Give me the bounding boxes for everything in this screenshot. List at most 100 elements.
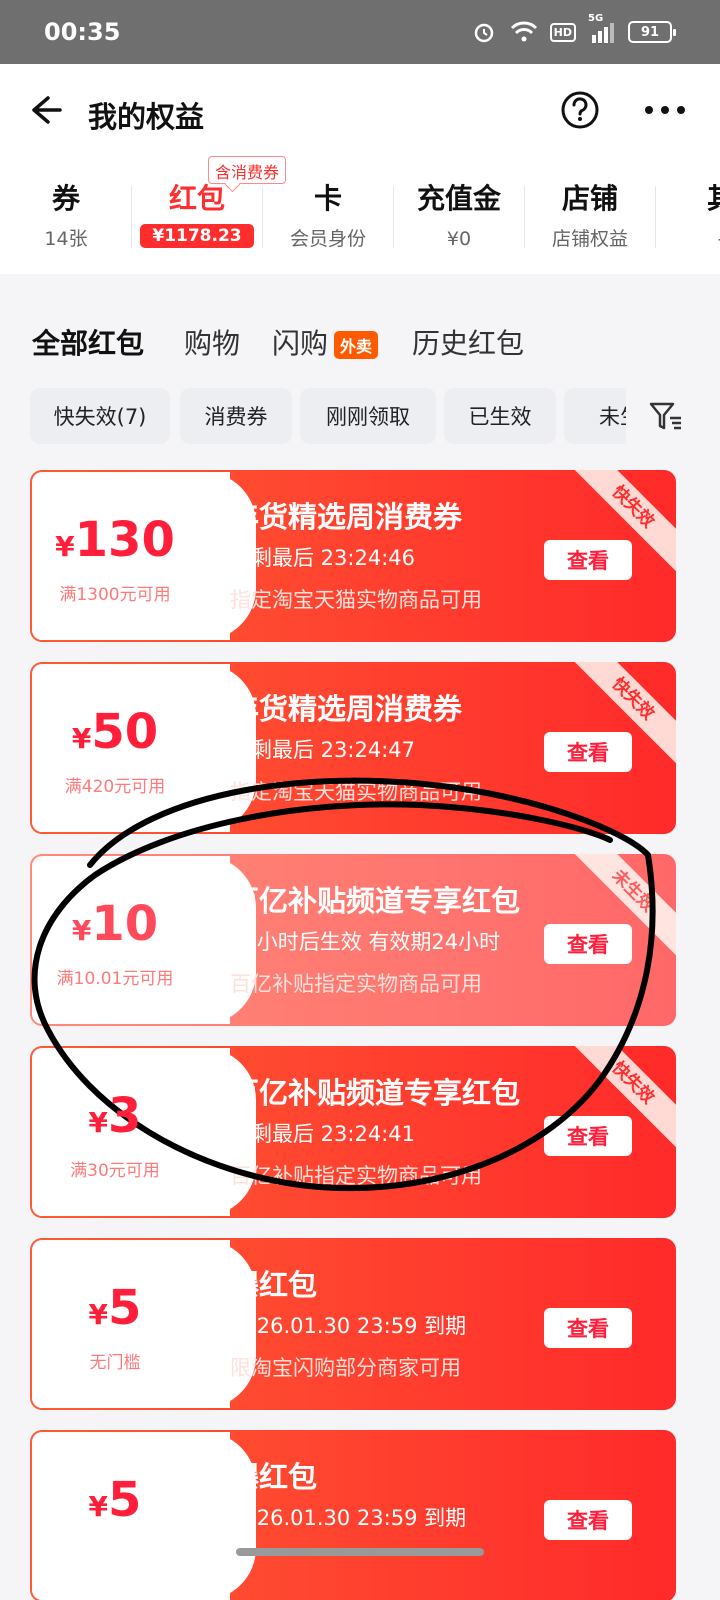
chip-effective[interactable]: 已生效: [444, 388, 556, 444]
card-scope: 百亿补贴指定实物商品可用: [230, 1164, 482, 1188]
summary-recharge[interactable]: 充值金 ¥0: [393, 182, 525, 262]
card-condition: 满420元可用: [64, 777, 166, 797]
card-condition: 无门槛: [89, 1353, 141, 1373]
amount-value: 5: [108, 1472, 142, 1528]
wifi-icon: [510, 19, 538, 45]
chips-scroll: 快失效(7) 消费券 刚刚领取 已生效 未生: [30, 388, 626, 444]
card-countdown: 仅剩最后 23:24:47: [230, 738, 415, 762]
yen-sign: ¥: [71, 914, 92, 947]
card-expiry: 2026.01.30 23:59 到期: [230, 1506, 467, 1530]
card-amount: ¥50: [30, 704, 200, 767]
card-countdown: 仅剩最后 23:24:41: [230, 1122, 415, 1146]
tab-all-red-packets[interactable]: 全部红包: [32, 322, 144, 362]
yen-sign: ¥: [88, 1298, 109, 1331]
tab-label: 闪购: [272, 327, 329, 360]
view-button[interactable]: 查看: [544, 1308, 632, 1348]
alarm-icon: [470, 19, 498, 45]
help-icon[interactable]: [560, 90, 600, 130]
chip-not-effective[interactable]: 未生: [564, 388, 626, 444]
summary-sub: 店铺权益: [551, 228, 628, 250]
summary-label: 充值金: [416, 182, 501, 215]
card-scope: 指定淘宝天猫实物商品可用: [230, 780, 482, 804]
card-title: 百亿补贴频道专享红包: [230, 1076, 521, 1110]
page-title: 我的权益: [88, 100, 205, 134]
card-amount: ¥5: [30, 1280, 200, 1343]
summary-label: 红包: [168, 182, 225, 215]
benefit-summary: 含消费券 券 14张 红包 ¥1178.23 卡 会员身份 充值金 ¥0 店铺 …: [0, 156, 720, 274]
card-amount: ¥3: [30, 1088, 200, 1151]
status-bar: 00:35 HD 5G 91: [0, 0, 720, 64]
signal-label: 5G: [588, 13, 604, 24]
card-title: 百亿补贴频道专享红包: [230, 884, 521, 918]
yen-sign: ¥: [55, 530, 75, 563]
amount-value: 130: [74, 512, 175, 568]
back-arrow-icon[interactable]: [24, 90, 64, 130]
tab-shopping[interactable]: 购物: [184, 322, 240, 362]
card-title: 爆红包: [230, 1460, 318, 1494]
summary-red-packets[interactable]: 红包 ¥1178.23: [131, 182, 263, 262]
yen-sign: ¥: [88, 1490, 109, 1523]
view-button[interactable]: 查看: [544, 924, 632, 964]
view-button[interactable]: 查看: [544, 1500, 632, 1540]
red-packet-card[interactable]: ¥10 满10.01元可用 百亿补贴频道专享红包 24小时后生效 有效期24小时…: [30, 854, 676, 1026]
summary-label: 店铺: [561, 182, 618, 215]
card-condition: 满30元可用: [70, 1161, 160, 1181]
signal-icon: 5G: [588, 13, 616, 45]
card-title: 年货精选周消费券: [230, 692, 463, 726]
hd-badge: HD: [549, 22, 576, 42]
card-validity: 24小时后生效 有效期24小时: [230, 930, 501, 954]
summary-coupons[interactable]: 券 14张: [0, 182, 132, 262]
nav-bar: 我的权益: [0, 64, 720, 156]
card-amount: ¥10: [30, 896, 200, 959]
home-indicator[interactable]: [236, 1548, 484, 1556]
red-packet-card[interactable]: ¥5 无门槛 爆红包 2026.01.30 23:59 到期 限淘宝闪购部分商家…: [30, 1238, 676, 1410]
red-packet-card[interactable]: ¥5 爆红包 2026.01.30 23:59 到期 查看: [30, 1430, 676, 1600]
red-packet-card[interactable]: ¥50 满420元可用 年货精选周消费券 仅剩最后 23:24:47 指定淘宝天…: [30, 662, 676, 834]
tab-history[interactable]: 历史红包: [412, 322, 524, 362]
card-scope: 限淘宝闪购部分商家可用: [230, 1356, 461, 1380]
yen-sign: ¥: [88, 1106, 109, 1139]
card-title: 爆红包: [230, 1268, 318, 1302]
card-amount: ¥130: [30, 512, 200, 575]
battery-icon: 91: [628, 21, 676, 43]
status-time: 00:35: [44, 18, 121, 46]
card-expiry: 2026.01.30 23:59 到期: [230, 1314, 467, 1338]
summary-sub: 14张: [44, 228, 88, 250]
more-icon[interactable]: [642, 94, 688, 126]
card-scope: 指定淘宝天猫实物商品可用: [230, 588, 482, 612]
card-condition: 满1300元可用: [59, 585, 171, 605]
summary-label: 券: [51, 182, 80, 215]
view-button[interactable]: 查看: [544, 540, 632, 580]
card-countdown: 仅剩最后 23:24:46: [230, 546, 415, 570]
summary-sub: -: [655, 226, 720, 252]
summary-other[interactable]: 其 -: [655, 182, 720, 262]
yen-sign: ¥: [71, 722, 92, 755]
summary-label: 卡: [313, 182, 342, 215]
amount-value: 3: [108, 1088, 142, 1144]
summary-sub: 会员身份: [289, 228, 366, 250]
consumer-coupon-tip: 含消费券: [208, 156, 287, 184]
chip-consumer-coupon[interactable]: 消费券: [180, 388, 292, 444]
red-packet-card[interactable]: ¥3 满30元可用 百亿补贴频道专享红包 仅剩最后 23:24:41 百亿补贴指…: [30, 1046, 676, 1218]
filter-chips: 快失效(7) 消费券 刚刚领取 已生效 未生: [0, 388, 720, 444]
summary-label: 其: [655, 182, 720, 216]
summary-sub: ¥0: [446, 228, 472, 250]
card-condition: 满10.01元可用: [56, 969, 174, 989]
chip-expiring[interactable]: 快失效(7): [30, 388, 170, 444]
amount-value: 50: [91, 704, 159, 760]
takeaway-badge: 外卖: [334, 331, 379, 359]
view-button[interactable]: 查看: [544, 1116, 632, 1156]
chip-just-received[interactable]: 刚刚领取: [300, 388, 436, 444]
red-packet-card[interactable]: ¥130 满1300元可用 年货精选周消费券 仅剩最后 23:24:46 指定淘…: [30, 470, 676, 642]
summary-cards[interactable]: 卡 会员身份: [262, 182, 394, 262]
category-tabs: 全部红包 购物 闪购 外卖 历史红包: [0, 290, 720, 390]
red-packet-amount-badge: ¥1178.23: [140, 224, 254, 248]
tab-flash-buy[interactable]: 闪购 外卖: [272, 322, 379, 362]
summary-shop[interactable]: 店铺 店铺权益: [524, 182, 656, 262]
card-scope: 百亿补贴指定实物商品可用: [230, 972, 482, 996]
filter-icon[interactable]: [648, 400, 684, 434]
amount-value: 5: [108, 1280, 142, 1336]
amount-value: 10: [91, 896, 159, 952]
card-amount: ¥5: [30, 1472, 200, 1535]
view-button[interactable]: 查看: [544, 732, 632, 772]
